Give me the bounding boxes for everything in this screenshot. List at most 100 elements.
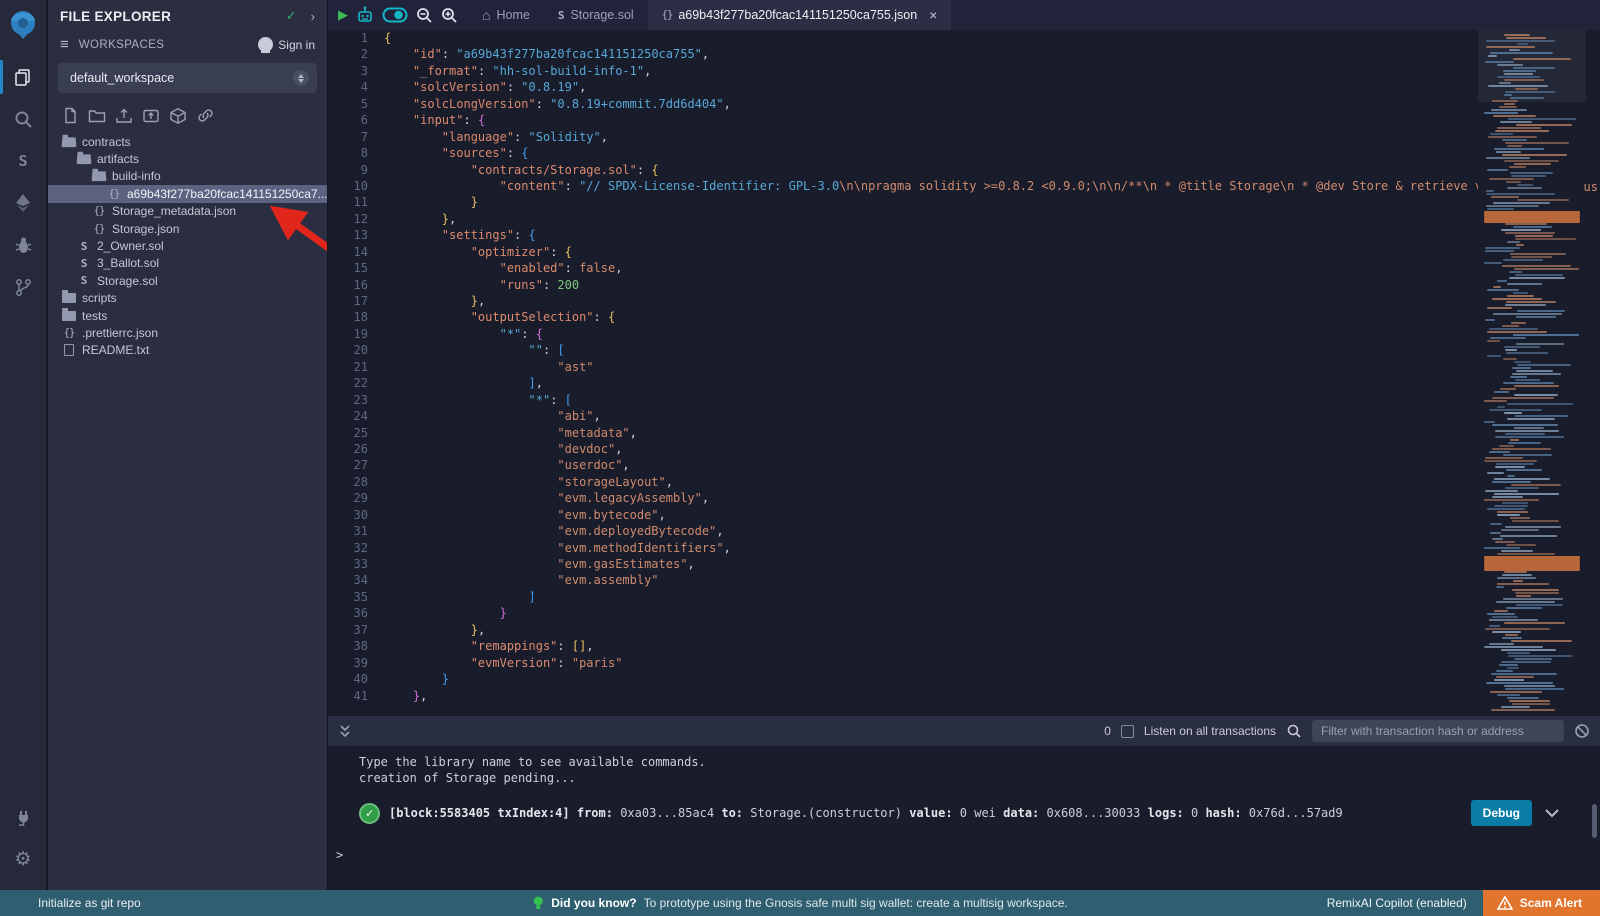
- close-tab-icon[interactable]: ×: [929, 7, 937, 23]
- new-file-icon[interactable]: [62, 107, 79, 124]
- line-number: 9: [328, 162, 384, 178]
- code-line-38[interactable]: 38 "remappings": [],: [328, 638, 1600, 654]
- code-line-7[interactable]: 7 "language": "Solidity",: [328, 129, 1600, 145]
- tree-item-contracts[interactable]: contracts: [48, 133, 327, 150]
- code-line-34[interactable]: 34 "evm.assembly": [328, 572, 1600, 588]
- tree-item-2-owner-sol[interactable]: S2_Owner.sol: [48, 237, 327, 254]
- code-line-28[interactable]: 28 "storageLayout",: [328, 474, 1600, 490]
- copilot-toggle-icon[interactable]: [382, 6, 408, 24]
- upload-folder-icon[interactable]: [142, 107, 160, 124]
- tree-item-3-ballot-sol[interactable]: S3_Ballot.sol: [48, 255, 327, 272]
- tab-build-info-json[interactable]: {} a69b43f277ba20fcac141151250ca755.json…: [648, 0, 952, 30]
- code-line-30[interactable]: 30 "evm.bytecode",: [328, 507, 1600, 523]
- code-line-16[interactable]: 16 "runs": 200: [328, 277, 1600, 293]
- code-line-13[interactable]: 13 "settings": {: [328, 227, 1600, 243]
- code-line-26[interactable]: 26 "devdoc",: [328, 441, 1600, 457]
- terminal-prompt[interactable]: >: [328, 848, 1600, 862]
- solidity-compiler-icon[interactable]: S: [0, 140, 47, 182]
- code-line-19[interactable]: 19 "*": {: [328, 326, 1600, 342]
- link-icon[interactable]: [196, 107, 215, 124]
- tree-item-build-info[interactable]: build-info: [48, 168, 327, 185]
- clear-console-icon[interactable]: [1574, 723, 1590, 739]
- code-line-18[interactable]: 18 "outputSelection": {: [328, 309, 1600, 325]
- tab-storage-sol[interactable]: S Storage.sol: [544, 0, 648, 30]
- code-line-20[interactable]: 20 "": [: [328, 342, 1600, 358]
- code-line-25[interactable]: 25 "metadata",: [328, 425, 1600, 441]
- code-line-21[interactable]: 21 "ast": [328, 359, 1600, 375]
- minimap[interactable]: [1478, 30, 1586, 716]
- debugger-icon[interactable]: [0, 224, 47, 266]
- workspace-select[interactable]: default_workspace: [58, 63, 317, 93]
- upload-file-icon[interactable]: [115, 107, 133, 124]
- copilot-status[interactable]: RemixAI Copilot (enabled): [1327, 896, 1467, 910]
- code-line-2[interactable]: 2 "id": "a69b43f277ba20fcac141151250ca75…: [328, 46, 1600, 62]
- debug-button[interactable]: Debug: [1471, 800, 1532, 826]
- code-line-40[interactable]: 40 }: [328, 671, 1600, 687]
- git-init-button[interactable]: Initialize as git repo: [0, 896, 141, 910]
- tree-item-storage-json[interactable]: {}Storage.json: [48, 220, 327, 237]
- code-line-3[interactable]: 3 "_format": "hh-sol-build-info-1",: [328, 63, 1600, 79]
- expand-tx-icon[interactable]: [1544, 808, 1560, 818]
- search-icon[interactable]: [0, 98, 47, 140]
- transaction-log-row[interactable]: ✓ [block:5583405 txIndex:4] from: 0xa03.…: [328, 800, 1600, 826]
- code-line-24[interactable]: 24 "abi",: [328, 408, 1600, 424]
- code-line-4[interactable]: 4 "solcVersion": "0.8.19",: [328, 79, 1600, 95]
- code-line-17[interactable]: 17 },: [328, 293, 1600, 309]
- tree-item-a69b43f277ba20fcac141151250ca7-[interactable]: {}a69b43f277ba20fcac141151250ca7...: [48, 185, 327, 202]
- code-editor[interactable]: us 1{2 "id": "a69b43f277ba20fcac14115125…: [328, 30, 1600, 716]
- publish-box-icon[interactable]: [169, 107, 187, 125]
- code-line-12[interactable]: 12 },: [328, 211, 1600, 227]
- tree-item-storage-metadata-json[interactable]: {}Storage_metadata.json: [48, 203, 327, 220]
- terminal-search-icon[interactable]: [1286, 723, 1302, 739]
- workspaces-menu-icon[interactable]: ≡: [60, 36, 69, 53]
- file-explorer-icon[interactable]: [0, 56, 47, 98]
- code-line-15[interactable]: 15 "enabled": false,: [328, 260, 1600, 276]
- code-line-37[interactable]: 37 },: [328, 622, 1600, 638]
- settings-gear-icon[interactable]: ⚙: [0, 838, 47, 880]
- tree-item-readme-txt[interactable]: README.txt: [48, 342, 327, 359]
- code-line-23[interactable]: 23 "*": [: [328, 392, 1600, 408]
- new-folder-icon[interactable]: [88, 107, 106, 124]
- remix-logo-icon[interactable]: [6, 8, 40, 42]
- deploy-run-icon[interactable]: [0, 182, 47, 224]
- tab-home[interactable]: ⌂ Home: [468, 0, 544, 30]
- code-line-10[interactable]: 10 "content": "// SPDX-License-Identifie…: [328, 178, 1600, 194]
- tree-item--prettierrc-json[interactable]: {}.prettierrc.json: [48, 324, 327, 341]
- code-line-6[interactable]: 6 "input": {: [328, 112, 1600, 128]
- git-icon[interactable]: [0, 266, 47, 308]
- tree-item-scripts[interactable]: scripts: [48, 290, 327, 307]
- ai-copilot-icon[interactable]: [355, 5, 375, 25]
- filter-input[interactable]: [1312, 720, 1564, 742]
- code-line-22[interactable]: 22 ],: [328, 375, 1600, 391]
- code-line-33[interactable]: 33 "evm.gasEstimates",: [328, 556, 1600, 572]
- code-line-29[interactable]: 29 "evm.legacyAssembly",: [328, 490, 1600, 506]
- code-line-39[interactable]: 39 "evmVersion": "paris": [328, 655, 1600, 671]
- code-line-5[interactable]: 5 "solcLongVersion": "0.8.19+commit.7dd6…: [328, 96, 1600, 112]
- tree-item-artifacts[interactable]: artifacts: [48, 150, 327, 167]
- plugin-manager-icon[interactable]: [0, 796, 47, 838]
- code-line-9[interactable]: 9 "contracts/Storage.sol": {: [328, 162, 1600, 178]
- line-number: 6: [328, 112, 384, 128]
- tree-item-storage-sol[interactable]: SStorage.sol: [48, 272, 327, 289]
- run-script-button[interactable]: ▶: [338, 7, 348, 23]
- code-line-8[interactable]: 8 "sources": {: [328, 145, 1600, 161]
- zoom-out-icon[interactable]: [415, 6, 433, 24]
- code-line-27[interactable]: 27 "userdoc",: [328, 457, 1600, 473]
- zoom-in-icon[interactable]: [440, 6, 458, 24]
- code-line-1[interactable]: 1{: [328, 30, 1600, 46]
- panel-chevron-right-icon[interactable]: ›: [311, 9, 315, 24]
- scam-alert-badge[interactable]: Scam Alert: [1483, 890, 1600, 916]
- code-line-14[interactable]: 14 "optimizer": {: [328, 244, 1600, 260]
- terminal-scrollbar[interactable]: [1592, 804, 1597, 838]
- code-line-32[interactable]: 32 "evm.methodIdentifiers",: [328, 540, 1600, 556]
- code-line-36[interactable]: 36 }: [328, 605, 1600, 621]
- transaction-count: 0: [1104, 724, 1111, 738]
- tree-item-tests[interactable]: tests: [48, 307, 327, 324]
- github-sign-in[interactable]: Sign in: [258, 37, 315, 52]
- code-line-41[interactable]: 41 },: [328, 688, 1600, 704]
- expand-terminal-icon[interactable]: [338, 723, 352, 739]
- code-line-31[interactable]: 31 "evm.deployedBytecode",: [328, 523, 1600, 539]
- code-line-35[interactable]: 35 ]: [328, 589, 1600, 605]
- listen-checkbox[interactable]: [1121, 725, 1134, 738]
- code-line-11[interactable]: 11 }: [328, 194, 1600, 210]
